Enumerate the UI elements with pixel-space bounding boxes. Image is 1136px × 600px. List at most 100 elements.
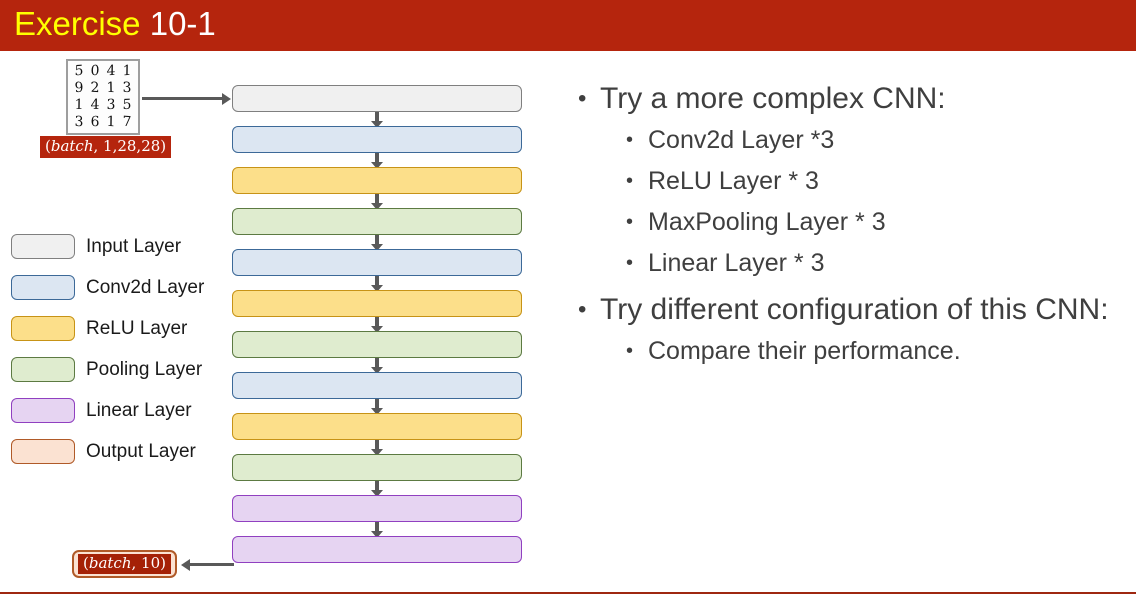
flow-arrow-icon xyxy=(371,317,383,333)
bullet-level1: • Try a more complex CNN: xyxy=(578,78,1118,120)
input-connector-line xyxy=(142,97,224,100)
bullet-level2-text: MaxPooling Layer * 3 xyxy=(648,208,886,236)
bullet-level2: • ReLU Layer * 3 xyxy=(626,161,1118,202)
flow-arrow-icon xyxy=(371,235,383,251)
layer-slot xyxy=(232,249,522,292)
page-title: Exercise 10-1 xyxy=(14,2,216,46)
bullet-dot-icon: • xyxy=(626,170,634,192)
layer-slot xyxy=(232,167,522,210)
slide-canvas: Exercise 10-1 5 0 4 1 9 2 1 3 1 4 3 5 3 … xyxy=(0,0,1136,600)
mnist-digit: 0 xyxy=(90,62,100,80)
layer-slot xyxy=(232,290,522,333)
flow-arrow-icon xyxy=(371,153,383,169)
layer-box-relu-1 xyxy=(232,167,522,194)
legend-label: ReLU Layer xyxy=(86,317,188,339)
slide-body-content: • Try a more complex CNN: • Conv2d Layer… xyxy=(578,78,1118,372)
layer-slot xyxy=(232,536,522,577)
input-shape-dims: , 1,28,28) xyxy=(93,137,167,155)
footer-divider xyxy=(0,592,1136,594)
layer-slot xyxy=(232,126,522,169)
layer-box-pooling-1 xyxy=(232,208,522,235)
mnist-digit: 1 xyxy=(122,62,132,80)
flow-arrow-icon xyxy=(371,112,383,128)
bullet-dot-icon: • xyxy=(578,296,587,323)
layer-box-conv2d-3 xyxy=(232,372,522,399)
mnist-digit: 1 xyxy=(106,113,116,131)
output-connector-arrowhead-icon xyxy=(181,559,190,571)
output-shape-dims: , 10) xyxy=(131,554,166,572)
mnist-digit: 6 xyxy=(90,113,100,131)
legend-swatch-linear-layer xyxy=(11,398,75,423)
flow-arrow-icon xyxy=(371,276,383,292)
page-title-highlight: Exercise xyxy=(14,5,141,42)
legend: Input Layer Conv2d Layer ReLU Layer Pool… xyxy=(11,226,204,472)
layer-slot xyxy=(232,372,522,415)
layer-slot xyxy=(232,85,522,128)
output-shape-var: batch xyxy=(88,554,132,572)
legend-label: Conv2d Layer xyxy=(86,276,205,298)
bullet-level1: • Try different configuration of this CN… xyxy=(578,289,1118,331)
legend-label: Output Layer xyxy=(86,440,196,462)
layer-box-pooling-2 xyxy=(232,331,522,358)
bullet-level2-text: Linear Layer * 3 xyxy=(648,249,825,277)
legend-swatch-output-layer xyxy=(11,439,75,464)
legend-label: Pooling Layer xyxy=(86,358,203,380)
flow-arrow-icon xyxy=(371,194,383,210)
legend-label: Linear Layer xyxy=(86,399,192,421)
bullet-level2: • Compare their performance. xyxy=(626,331,1118,372)
bullet-level1-text: Try different configuration of this CNN: xyxy=(600,293,1109,326)
bullet-level2: • Conv2d Layer *3 xyxy=(626,120,1118,161)
flow-arrow-icon xyxy=(371,440,383,456)
legend-label: Input Layer xyxy=(86,235,182,257)
legend-item-output-layer: Output Layer xyxy=(11,431,204,472)
mnist-digit: 9 xyxy=(74,79,84,97)
layer-box-linear-1 xyxy=(232,495,522,522)
mnist-digit: 1 xyxy=(74,96,84,114)
legend-item-conv2d-layer: Conv2d Layer xyxy=(11,267,204,308)
input-connector-arrowhead-icon xyxy=(222,93,231,105)
bullet-dot-icon: • xyxy=(578,85,587,112)
mnist-digit: 7 xyxy=(122,113,132,131)
bullet-dot-icon: • xyxy=(626,340,634,362)
output-shape-badge: (batch, 10) xyxy=(72,550,177,578)
mnist-digit: 3 xyxy=(74,113,84,131)
mnist-digit: 3 xyxy=(122,79,132,97)
mnist-digit: 4 xyxy=(90,96,100,114)
mnist-sample-grid-image: 5 0 4 1 9 2 1 3 1 4 3 5 3 6 1 7 xyxy=(66,59,140,135)
legend-item-input-layer: Input Layer xyxy=(11,226,204,267)
layer-box-pooling-3 xyxy=(232,454,522,481)
bullet-level2-text: Conv2d Layer *3 xyxy=(648,126,835,154)
bullet-dot-icon: • xyxy=(626,252,634,274)
legend-swatch-conv2d-layer xyxy=(11,275,75,300)
legend-swatch-input-layer xyxy=(11,234,75,259)
page-title-number: 10-1 xyxy=(149,5,216,42)
layer-slot xyxy=(232,331,522,374)
output-shape-text: (batch, 10) xyxy=(78,554,171,574)
bullet-level2-text: Compare their performance. xyxy=(648,337,961,365)
layer-slot xyxy=(232,413,522,456)
input-shape-var: batch xyxy=(50,137,94,155)
mnist-digit-row: 9 2 1 3 xyxy=(71,79,135,97)
legend-item-relu-layer: ReLU Layer xyxy=(11,308,204,349)
mnist-digit-row: 5 0 4 1 xyxy=(71,62,135,80)
mnist-digit: 3 xyxy=(106,96,116,114)
layer-box-linear-2 xyxy=(232,536,522,563)
layer-box-conv2d-2 xyxy=(232,249,522,276)
bullet-level2-text: ReLU Layer * 3 xyxy=(648,167,819,195)
bullet-level2: • MaxPooling Layer * 3 xyxy=(626,202,1118,243)
layer-slot xyxy=(232,495,522,538)
mnist-digit: 5 xyxy=(74,62,84,80)
mnist-digit-row: 1 4 3 5 xyxy=(71,96,135,114)
flow-arrow-icon xyxy=(371,358,383,374)
output-connector-line xyxy=(190,563,234,566)
layer-box-conv2d-1 xyxy=(232,126,522,153)
cnn-layer-stack-diagram xyxy=(232,85,522,577)
mnist-digit: 2 xyxy=(90,79,100,97)
layer-box-relu-3 xyxy=(232,413,522,440)
legend-swatch-pooling-layer xyxy=(11,357,75,382)
layer-slot xyxy=(232,208,522,251)
bullet-level1-text: Try a more complex CNN: xyxy=(600,82,946,115)
mnist-digit: 5 xyxy=(122,96,132,114)
legend-swatch-relu-layer xyxy=(11,316,75,341)
legend-item-linear-layer: Linear Layer xyxy=(11,390,204,431)
